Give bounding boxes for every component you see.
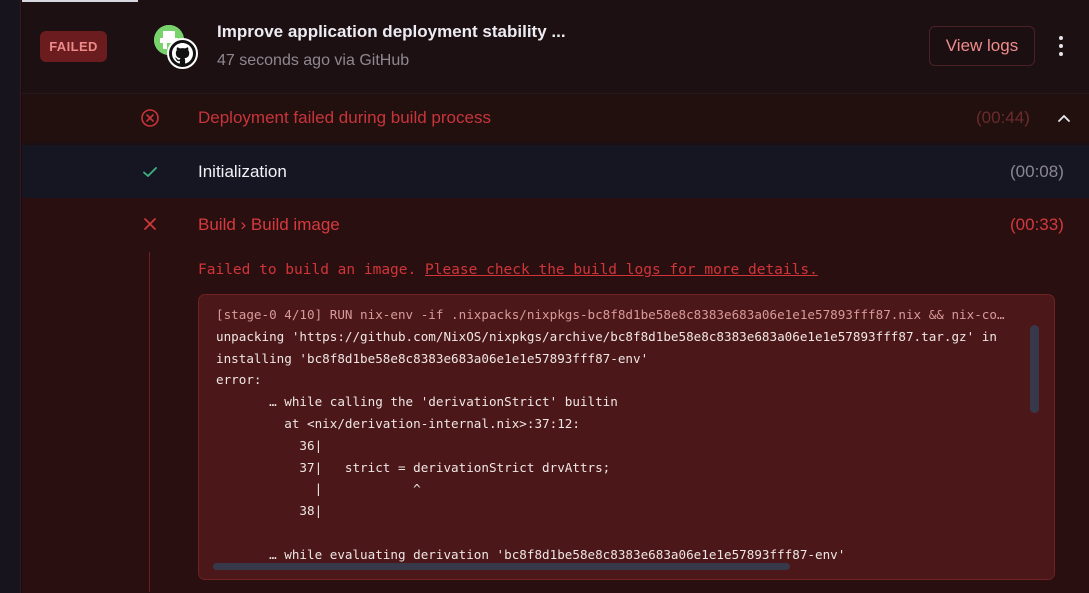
- step-build-label[interactable]: Build › Build image: [198, 215, 340, 235]
- build-error-message: Failed to build an image. Please check t…: [198, 262, 818, 278]
- active-tab-indicator: [22, 0, 138, 2]
- log-line: … while calling the 'derivationStrict' b…: [216, 394, 618, 410]
- log-line: [stage-0 4/10] RUN nix-env -if .nixpacks…: [216, 307, 1005, 322]
- deployment-panel: FAILED Improve application deployment st…: [22, 0, 1089, 593]
- log-horizontal-scrollbar[interactable]: [213, 563, 790, 570]
- left-rail: [0, 0, 21, 593]
- build-error-text: Failed to build an image.: [198, 262, 425, 278]
- build-log-lines: [stage-0 4/10] RUN nix-env -if .nixpacks…: [216, 304, 1024, 566]
- step-connector-line: [149, 252, 150, 592]
- commit-title[interactable]: Improve application deployment stability…: [217, 22, 566, 42]
- build-log-output[interactable]: [stage-0 4/10] RUN nix-env -if .nixpacks…: [198, 294, 1055, 580]
- log-line: installing 'bc8f8d1be58e8c8383e683a06e1e…: [216, 350, 649, 366]
- build-logs-link[interactable]: Please check the build logs for more det…: [425, 262, 818, 278]
- commit-subtitle: 47 seconds ago via GitHub: [217, 52, 410, 69]
- failure-summary-text: Deployment failed during build process: [198, 108, 491, 127]
- step-initialization-label: Initialization: [198, 162, 287, 181]
- log-line: at <nix/derivation-internal.nix>:37:12:: [216, 415, 580, 431]
- view-logs-button[interactable]: View logs: [929, 26, 1035, 66]
- step-initialization[interactable]: Initialization (00:08): [22, 145, 1089, 198]
- x-circle-icon: [140, 108, 160, 128]
- github-icon: [167, 38, 198, 69]
- deployment-header: FAILED Improve application deployment st…: [22, 0, 1089, 94]
- failure-summary-row[interactable]: Deployment failed during build process (…: [22, 95, 1089, 142]
- log-line: error:: [216, 372, 262, 388]
- failure-summary-duration: (00:44): [976, 108, 1030, 127]
- log-line: 36|: [216, 437, 323, 453]
- log-line: 37| strict = derivationStrict drvAttrs;: [216, 459, 611, 475]
- step-initialization-duration: (00:08): [1010, 162, 1064, 181]
- log-line: 38|: [216, 503, 323, 519]
- commit-author-avatar: [154, 25, 200, 69]
- log-line: | ^: [216, 481, 421, 497]
- check-icon: [140, 162, 160, 182]
- step-build: Build › Build image (00:33) Failed to bu…: [22, 198, 1089, 593]
- log-line: unpacking 'https://github.com/NixOS/nixp…: [216, 328, 997, 344]
- more-vertical-icon[interactable]: [1053, 33, 1069, 59]
- x-icon: [140, 214, 160, 234]
- status-badge: FAILED: [40, 31, 107, 62]
- step-build-duration: (00:33): [1010, 215, 1064, 234]
- log-vertical-scrollbar[interactable]: [1030, 325, 1039, 413]
- chevron-up-icon[interactable]: [1053, 108, 1075, 128]
